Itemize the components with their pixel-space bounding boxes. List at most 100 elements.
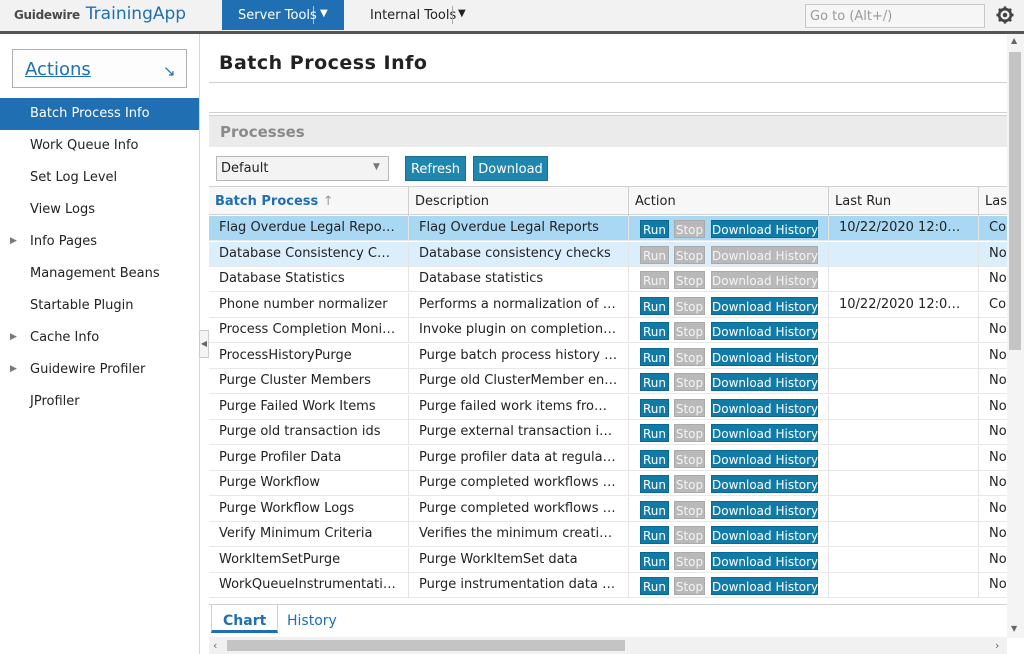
table-row[interactable]: Purge Workflow Purge completed workflows … [209, 471, 1007, 496]
tab-history[interactable]: History [276, 605, 348, 633]
sidebar-item-guidewire-profiler[interactable]: ▶ Guidewire Profiler [0, 354, 199, 386]
gear-icon[interactable] [996, 6, 1014, 24]
table-row[interactable]: Purge Cluster Members Purge old ClusterMe… [209, 369, 1007, 394]
chevron-down-icon[interactable]: ▼ [458, 8, 466, 19]
run-button[interactable]: Run [640, 220, 669, 238]
table-row[interactable]: Process Completion Monitor Invoke plugin … [209, 318, 1007, 343]
scroll-right-icon[interactable]: › [995, 639, 999, 652]
table-row[interactable]: Database Statistics Database statistics Ru… [209, 267, 1007, 292]
column-header-action[interactable]: Action [629, 187, 829, 216]
sidebar-item-info-pages[interactable]: ▶ Info Pages [0, 226, 199, 258]
table-row[interactable]: Flag Overdue Legal Reports Flag Overdue L… [209, 216, 1007, 241]
download-history-button[interactable]: Download History [711, 475, 818, 493]
table-row[interactable]: WorkQueueInstrumentatio... Purge instrume… [209, 573, 1007, 598]
sidebar-item-cache-info[interactable]: ▶ Cache Info [0, 322, 199, 354]
column-header-last-status[interactable]: Las [979, 187, 1007, 216]
run-button[interactable]: Run [640, 322, 669, 340]
sidebar-item-jprofiler[interactable]: JProfiler [0, 386, 199, 418]
table-row[interactable]: Purge Workflow Logs Purge completed workf… [209, 497, 1007, 522]
run-button[interactable]: Run [640, 399, 669, 417]
actions-button[interactable]: Actions ↘ [12, 49, 187, 88]
sidebar-item-set-log-level[interactable]: Set Log Level [0, 162, 199, 194]
sidebar-item-batch-process-info[interactable]: Batch Process Info [0, 98, 199, 130]
horizontal-scrollbar[interactable]: ‹ › [209, 637, 1007, 654]
table-row[interactable]: Purge Profiler Data Purge profiler data a… [209, 446, 1007, 471]
table-row[interactable]: Purge old transaction ids Purge external … [209, 420, 1007, 445]
stop-button[interactable]: Stop [674, 577, 705, 595]
stop-button[interactable]: Stop [674, 399, 705, 417]
run-button[interactable]: Run [640, 373, 669, 391]
download-history-button[interactable]: Download History [711, 271, 818, 289]
expand-icon[interactable]: ▶ [10, 236, 17, 246]
run-button[interactable]: Run [640, 297, 669, 315]
stop-button[interactable]: Stop [674, 246, 705, 264]
run-button[interactable]: Run [640, 271, 669, 289]
run-button[interactable]: Run [640, 577, 669, 595]
tab-server-tools[interactable]: Server Tools ▼ [222, 0, 344, 30]
run-button[interactable]: Run [640, 501, 669, 519]
table-row[interactable]: ProcessHistoryPurge Purge batch process h… [209, 344, 1007, 369]
table-row[interactable]: Phone number normalizer Performs a normal… [209, 293, 1007, 318]
run-button[interactable]: Run [640, 348, 669, 366]
sidebar-item-startable-plugin[interactable]: Startable Plugin [0, 290, 199, 322]
stop-button[interactable]: Stop [674, 526, 705, 544]
download-history-button[interactable]: Download History [711, 322, 818, 340]
download-button[interactable]: Download [473, 156, 548, 181]
stop-button[interactable]: Stop [674, 373, 705, 391]
run-button[interactable]: Run [640, 450, 669, 468]
run-button[interactable]: Run [640, 424, 669, 442]
run-button[interactable]: Run [640, 552, 669, 570]
stop-button[interactable]: Stop [674, 501, 705, 519]
vertical-scrollbar[interactable]: ▲ ▼ [1007, 34, 1024, 638]
download-history-button[interactable]: Download History [711, 220, 818, 238]
table-row[interactable]: Database Consistency Check Database consi… [209, 242, 1007, 267]
download-history-button[interactable]: Download History [711, 501, 818, 519]
scroll-up-icon[interactable]: ▲ [1011, 36, 1017, 45]
expand-icon[interactable]: ▶ [10, 332, 17, 342]
stop-button[interactable]: Stop [674, 424, 705, 442]
sidebar-item-view-logs[interactable]: View Logs [0, 194, 199, 226]
filter-select[interactable]: Default ▼ [216, 156, 389, 181]
download-history-button[interactable]: Download History [711, 348, 818, 366]
stop-button[interactable]: Stop [674, 450, 705, 468]
download-history-button[interactable]: Download History [711, 526, 818, 544]
column-header-last-run[interactable]: Last Run [829, 187, 979, 216]
table-row[interactable]: Purge Failed Work Items Purge failed work… [209, 395, 1007, 420]
tab-internal-tools[interactable]: Internal Tools ▼ [358, 0, 478, 30]
scroll-thumb[interactable] [1009, 52, 1021, 350]
stop-button[interactable]: Stop [674, 220, 705, 238]
download-history-button[interactable]: Download History [711, 552, 818, 570]
download-history-button[interactable]: Download History [711, 373, 818, 391]
refresh-button[interactable]: Refresh [405, 156, 466, 181]
tab-chart[interactable]: Chart [211, 605, 279, 633]
stop-button[interactable]: Stop [674, 297, 705, 315]
run-button[interactable]: Run [640, 526, 669, 544]
table-row[interactable]: WorkItemSetPurge Purge WorkItemSet data Ru… [209, 548, 1007, 573]
app-logo[interactable]: Guidewire TrainingApp [14, 4, 186, 24]
run-button[interactable]: Run [640, 475, 669, 493]
download-history-button[interactable]: Download History [711, 246, 818, 264]
column-header-description[interactable]: Description [409, 187, 629, 216]
scroll-thumb[interactable] [227, 640, 625, 651]
stop-button[interactable]: Stop [674, 475, 705, 493]
scroll-down-icon[interactable]: ▼ [1011, 624, 1017, 633]
download-history-button[interactable]: Download History [711, 297, 818, 315]
download-history-button[interactable]: Download History [711, 450, 818, 468]
download-history-button[interactable]: Download History [711, 577, 818, 595]
run-button[interactable]: Run [640, 246, 669, 264]
sidebar-item-work-queue-info[interactable]: Work Queue Info [0, 130, 199, 162]
download-history-button[interactable]: Download History [711, 399, 818, 417]
collapse-sidebar-handle[interactable]: ◀ [199, 330, 209, 358]
download-history-button[interactable]: Download History [711, 424, 818, 442]
stop-button[interactable]: Stop [674, 552, 705, 570]
goto-search-input[interactable]: Go to (Alt+/) [805, 4, 985, 28]
stop-button[interactable]: Stop [674, 322, 705, 340]
table-row[interactable]: Verify Minimum Criteria Verifies the mini… [209, 522, 1007, 547]
scroll-left-icon[interactable]: ‹ [213, 639, 217, 652]
expand-icon[interactable]: ▶ [10, 364, 17, 374]
column-header-batch-process[interactable]: Batch Process ↑ [209, 187, 409, 216]
chevron-down-icon[interactable]: ▼ [320, 8, 328, 19]
sidebar-item-management-beans[interactable]: Management Beans [0, 258, 199, 290]
stop-button[interactable]: Stop [674, 271, 705, 289]
stop-button[interactable]: Stop [674, 348, 705, 366]
